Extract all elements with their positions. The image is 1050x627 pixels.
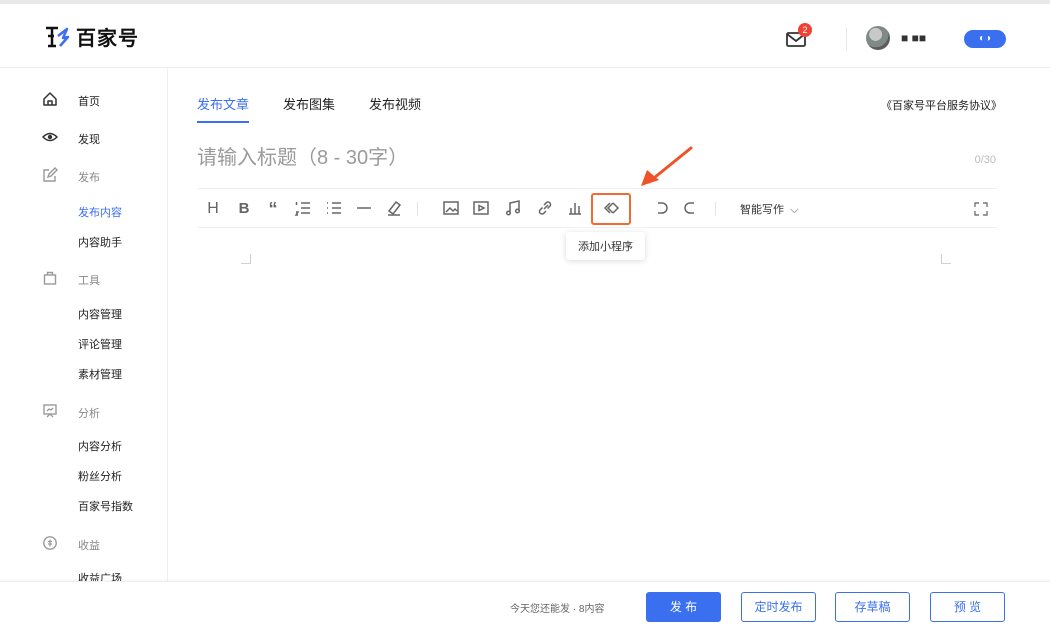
sidebar-item-discover[interactable]: 发现: [0, 126, 167, 150]
sidebar-label: 收益: [78, 540, 100, 552]
tab-article[interactable]: 发布文章: [197, 94, 250, 123]
sidebar-group-publish[interactable]: 发布: [0, 164, 167, 188]
link-icon[interactable]: [535, 199, 555, 219]
mail-badge: 2: [798, 23, 812, 37]
smart-write-dropdown[interactable]: 智能写作 ⌵: [740, 201, 798, 217]
sidebar-item-bjh-index[interactable]: 百家号指数: [78, 498, 133, 514]
editor-main: 发布文章 发布图集 发布视频 《百家号平台服务协议》 0/30 H B “: [169, 68, 1050, 581]
sidebar-item-comment-manage[interactable]: 评论管理: [78, 336, 122, 352]
bold-icon[interactable]: B: [234, 199, 254, 219]
editor-toolbar: H B “ 智能写作 ⌵: [197, 188, 997, 228]
sidebar-label: 发布: [78, 172, 100, 184]
sidebar-group-tools[interactable]: 工具: [0, 267, 167, 291]
edit-icon: [43, 167, 58, 182]
divider-line-icon[interactable]: [354, 199, 374, 219]
smart-write-label: 智能写作: [740, 204, 784, 216]
sidebar-label: 分析: [78, 408, 100, 420]
baijiahao-logo-icon: [46, 26, 70, 47]
chart-icon[interactable]: [565, 199, 585, 219]
publish-button[interactable]: 发 布: [646, 592, 721, 622]
sidebar-label: 工具: [78, 275, 100, 287]
schedule-publish-button[interactable]: 定时发布: [741, 592, 816, 622]
switch-account-button[interactable]: ◐◑: [964, 30, 1006, 48]
sidebar-item-publish-content[interactable]: 发布内容: [78, 204, 122, 220]
toolbar-separator: [417, 202, 418, 216]
analysis-icon: [43, 404, 57, 418]
bottom-action-bar: 今天您还能发 · 8内容 发 布 定时发布 存草稿 预 览: [0, 581, 1050, 627]
editor-corner-marker: [941, 254, 951, 264]
unordered-list-icon[interactable]: [324, 199, 344, 219]
chevron-down-icon: ⌵: [790, 204, 799, 216]
fullscreen-icon[interactable]: [973, 201, 989, 217]
preview-button[interactable]: 预 览: [930, 592, 1005, 622]
sidebar-group-income[interactable]: 收益: [0, 532, 167, 556]
header-divider: [846, 28, 847, 50]
sidebar-label: 发现: [78, 134, 100, 146]
clear-format-icon[interactable]: [384, 199, 404, 219]
eye-icon: [42, 132, 58, 142]
sidebar: 首页 发现 发布 发布内容 内容助手 工具 内容管理 评论管理 素材管理 分析 …: [0, 68, 168, 581]
image-icon[interactable]: [441, 199, 461, 219]
top-bar: 百家号 2 ■ ■■ ◐◑: [0, 0, 1050, 68]
heading-icon[interactable]: H: [203, 199, 223, 219]
toolbox-icon: [43, 271, 57, 285]
username[interactable]: ■ ■■: [901, 31, 926, 45]
sidebar-item-home[interactable]: 首页: [0, 88, 167, 112]
home-icon: [43, 92, 57, 106]
title-counter: 0/30: [974, 154, 996, 166]
avatar[interactable]: [866, 26, 890, 50]
mini-program-tooltip: 添加小程序: [566, 232, 645, 260]
coin-icon: [43, 536, 57, 550]
sidebar-item-content-analysis[interactable]: 内容分析: [78, 438, 122, 454]
tab-gallery[interactable]: 发布图集: [283, 94, 335, 123]
tab-video[interactable]: 发布视频: [369, 94, 421, 123]
logo[interactable]: 百家号: [44, 22, 139, 51]
title-input[interactable]: [197, 144, 817, 172]
video-icon[interactable]: [471, 199, 491, 219]
sidebar-group-analysis[interactable]: 分析: [0, 400, 167, 424]
editor-corner-marker: [241, 254, 251, 264]
publish-tabs: 发布文章 发布图集 发布视频: [197, 94, 421, 123]
sidebar-item-material-manage[interactable]: 素材管理: [78, 366, 122, 382]
save-draft-button[interactable]: 存草稿: [835, 592, 910, 622]
toolbar-separator: [715, 202, 716, 216]
pointer-arrow-icon: [641, 146, 693, 186]
sidebar-item-income-square[interactable]: 收益广场: [78, 570, 122, 581]
mail-button[interactable]: 2: [786, 23, 812, 48]
publish-quota-text: 今天您还能发 · 8内容: [510, 604, 605, 615]
mini-program-highlight: [591, 193, 631, 225]
redo-icon[interactable]: [681, 199, 701, 219]
sidebar-item-content-manage[interactable]: 内容管理: [78, 306, 122, 322]
undo-icon[interactable]: [651, 199, 671, 219]
ordered-list-icon[interactable]: [293, 199, 313, 219]
quote-icon[interactable]: “: [263, 199, 283, 219]
sidebar-label: 首页: [78, 96, 100, 108]
sidebar-item-fans-analysis[interactable]: 粉丝分析: [78, 468, 122, 484]
sidebar-item-content-assistant[interactable]: 内容助手: [78, 234, 122, 250]
service-agreement-link[interactable]: 《百家号平台服务协议》: [881, 97, 1002, 113]
logo-text: 百家号: [76, 28, 139, 50]
audio-icon[interactable]: [503, 199, 523, 219]
